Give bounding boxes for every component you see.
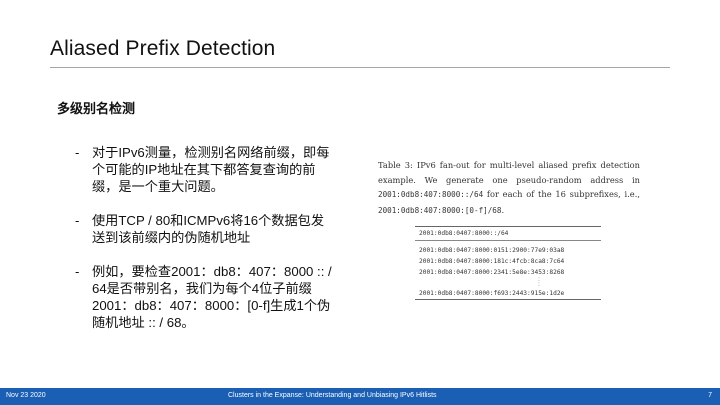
bullet-text: 使用TCP / 80和ICMPv6将16个数据包发送到该前缀内的伪随机地址 xyxy=(92,213,325,245)
footer-bar: Nov 23 2020 Clusters in the Expanse: Und… xyxy=(0,388,720,405)
footer-title: Clusters in the Expanse: Understanding a… xyxy=(228,392,437,399)
paper-table-figure: Table 3: IPv6 fan-out for multi-level al… xyxy=(378,158,640,301)
table-row: 2001:0db8:0407:8000:2341:5e8e:3453:8268 xyxy=(419,269,565,277)
bullet-text: 对于IPv6测量，检测别名网络前缀，即每个可能的IP地址在其下都答复查询的前缀，… xyxy=(92,145,330,194)
section-subheading: 多级别名检测 xyxy=(57,101,136,116)
caption-mid: for each of the 16 subprefixes, i.e., xyxy=(483,189,640,200)
table-row: 2001:0db8:0407:8000:181c:4fcb:8ca8:7c64 xyxy=(419,258,565,266)
title-divider xyxy=(50,67,670,68)
caption-subprefix: 2001:0db8:407:8000:[0-f]/68 xyxy=(378,205,502,215)
caption-end: . xyxy=(501,204,505,215)
table-row: 2001:0db8:0407:8000:f693:2443:915e:1d2e xyxy=(419,290,565,298)
address-table: 2001:0db8:0407:8000::/64 2001:0db8:0407:… xyxy=(415,226,601,301)
bullet-item: - 对于IPv6测量，检测别名网络前缀，即每个可能的IP地址在其下都答复查询的前… xyxy=(75,144,335,195)
caption-lead: Table 3: IPv6 fan-out for multi-level al… xyxy=(378,160,640,185)
caption-prefix: 2001:0db8:407:8000::/64 xyxy=(378,190,484,200)
bullet-list: - 对于IPv6测量，检测别名网络前缀，即每个可能的IP地址在其下都答复查询的前… xyxy=(75,144,335,348)
bullet-text: 例如，要检查2001：db8：407：8000 :: / 64是否带别名，我们为… xyxy=(92,264,332,330)
bullet-marker: - xyxy=(75,145,80,160)
footer-date: Nov 23 2020 xyxy=(6,392,46,399)
bullet-marker: - xyxy=(75,264,80,279)
slide-title: Aliased Prefix Detection xyxy=(50,37,276,60)
bullet-item: - 使用TCP / 80和ICMPv6将16个数据包发送到该前缀内的伪随机地址 xyxy=(75,212,335,246)
table-header: 2001:0db8:0407:8000::/64 xyxy=(415,227,601,242)
table-caption: Table 3: IPv6 fan-out for multi-level al… xyxy=(378,158,640,218)
bullet-item: - 例如，要检查2001：db8：407：8000 :: / 64是否带别名，我… xyxy=(75,263,335,331)
bullet-marker: - xyxy=(75,213,80,228)
page-number: 7 xyxy=(708,392,712,399)
table-row: 2001:0db8:0407:8000:0151:2900:77e9:03a8 xyxy=(419,247,565,255)
